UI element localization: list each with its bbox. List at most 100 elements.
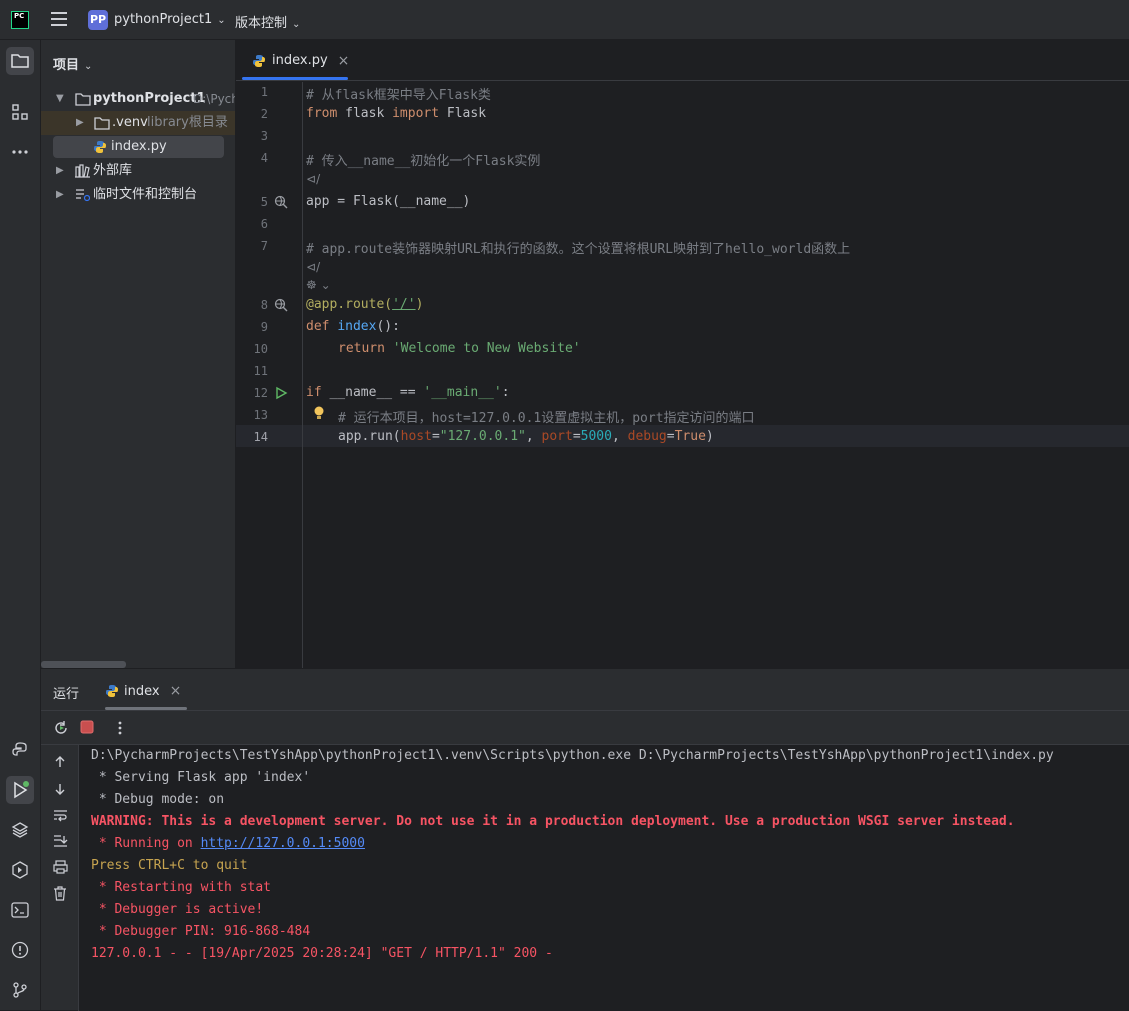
python-file-icon (94, 141, 106, 153)
active-tab-indicator (242, 77, 348, 80)
run-gutter-icon[interactable] (274, 386, 288, 400)
code-line-1[interactable]: # 从flask框架中导入Flask类 (306, 84, 491, 103)
console-line: * Debug mode: on (91, 792, 225, 807)
inlay-hint-endpoint[interactable]: ⊲/ (306, 260, 320, 274)
console-line: * Running on http://127.0.0.1:5000 (91, 836, 365, 851)
terminal-icon (11, 902, 29, 918)
share-icon: ⊲ (306, 260, 317, 274)
console-side-toolbar (41, 745, 79, 1011)
code-line-12[interactable]: if __name__ == '__main__': (306, 385, 510, 400)
folder-icon (75, 93, 91, 106)
code-line-5[interactable]: app = Flask(__name__) (306, 194, 470, 209)
main-menu-icon[interactable] (51, 12, 67, 26)
share-icon: ⊲ (306, 172, 317, 186)
folder-icon (94, 117, 110, 130)
active-tab-indicator (105, 707, 187, 710)
console-line: * Serving Flask app 'index' (91, 770, 311, 785)
line-number: 11 (253, 364, 268, 378)
more-icon (12, 150, 28, 154)
close-icon[interactable]: × (338, 53, 350, 69)
code-line-8[interactable]: @app.route('/') (306, 297, 423, 312)
title-bar: PC PP pythonProject1 ⌄ 版本控制 ⌄ (0, 0, 1129, 40)
line-number: 3 (260, 129, 268, 143)
print-icon[interactable] (53, 860, 68, 874)
layers-button[interactable] (6, 816, 34, 844)
horizontal-scrollbar[interactable] (41, 661, 126, 668)
more-vertical-icon[interactable] (117, 720, 123, 736)
terminal-button[interactable] (6, 896, 34, 924)
chevron-down-icon: ⌄ (217, 15, 226, 26)
vcs-menu[interactable]: 版本控制 ⌄ (235, 12, 300, 31)
close-icon[interactable]: × (170, 683, 182, 699)
line-number: 14 (253, 430, 268, 444)
pycharm-logo[interactable]: PC (11, 11, 29, 29)
line-number: 7 (260, 239, 268, 253)
line-number: 12 (253, 386, 268, 400)
arrow-down-icon[interactable] (53, 782, 67, 796)
inlay-hint-menu[interactable]: ☸ ⌄ (306, 278, 331, 292)
layers-icon (11, 822, 29, 838)
line-number: 6 (260, 217, 268, 231)
soft-wrap-icon[interactable] (53, 808, 68, 822)
console-line: D:\PycharmProjects\TestYshApp\pythonProj… (91, 748, 1054, 763)
server-url-link[interactable]: http://127.0.0.1:5000 (201, 836, 365, 851)
problems-button[interactable] (6, 936, 34, 964)
console-line: * Debugger PIN: 916-868-484 (91, 924, 311, 939)
python-icon (12, 742, 27, 756)
run-panel: 运行 index × D:\PycharmProjects\TestYshApp… (41, 668, 1129, 1011)
git-button[interactable] (6, 976, 34, 1004)
code-line-13[interactable]: # 运行本项目，host=127.0.0.1设置虚拟主机，port指定访问的端口 (338, 407, 755, 426)
tab-index-py[interactable]: index.py × (244, 40, 357, 81)
python-packages-button[interactable] (6, 736, 34, 764)
line-number: 1 (260, 85, 268, 99)
console-warning-line: WARNING: This is a development server. D… (91, 814, 1015, 829)
run-tool-button[interactable] (6, 776, 34, 804)
inlay-hint-endpoint[interactable]: ⊲/ (306, 172, 320, 186)
project-view-button[interactable] (6, 47, 34, 75)
url-mapping-icon[interactable] (274, 195, 288, 209)
code-line-9[interactable]: def index(): (306, 319, 400, 334)
tree-item-external-libs[interactable]: ▶ 外部库 (41, 159, 235, 183)
run-icon (14, 781, 29, 799)
tree-item-scratches[interactable]: ▶ 临时文件和控制台 (41, 183, 235, 207)
chevron-down-icon: ⌄ (292, 19, 301, 30)
arrow-up-icon[interactable] (53, 755, 67, 769)
tree-item-venv[interactable]: ▶ .venv library根目录 (41, 111, 235, 135)
structure-button[interactable] (6, 98, 34, 126)
tree-item-index-py[interactable]: index.py (41, 135, 235, 159)
stop-icon[interactable] (80, 720, 94, 734)
more-tools-button[interactable] (6, 138, 34, 166)
code-line-7[interactable]: # app.route装饰器映射URL和执行的函数。这个设置将根URL映射到了h… (306, 238, 850, 257)
run-tab-index[interactable]: index × (105, 677, 181, 705)
console-line: * Debugger is active! (91, 902, 264, 917)
code-line-10[interactable]: return 'Welcome to New Website' (338, 341, 581, 356)
console-output[interactable]: D:\PycharmProjects\TestYshApp\pythonProj… (79, 745, 1129, 1011)
line-number: 5 (260, 195, 268, 209)
scroll-to-end-icon[interactable] (53, 834, 68, 848)
rerun-icon[interactable] (53, 720, 69, 736)
services-button[interactable] (6, 856, 34, 884)
code-line-4[interactable]: # 传入__name__初始化一个Flask实例 (306, 150, 540, 169)
line-number: 2 (260, 107, 268, 121)
console-line: * Restarting with stat (91, 880, 272, 895)
run-panel-header: 运行 index × (41, 669, 1129, 711)
code-line-2[interactable]: from flask import Flask (306, 106, 486, 121)
project-panel-title[interactable]: 项目 ⌄ (53, 54, 92, 73)
console-line: Press CTRL+C to quit (91, 858, 248, 873)
url-mapping-icon[interactable] (274, 298, 288, 312)
line-number: 9 (260, 320, 268, 334)
chevron-right-icon: ▶ (56, 189, 64, 200)
trash-icon[interactable] (53, 886, 67, 901)
warning-circle-icon (11, 941, 29, 959)
project-panel: 项目 ⌄ ▼ pythonProject1 D:\Pych ▶ .venv lib… (41, 40, 236, 668)
project-badge[interactable]: PP (88, 10, 108, 30)
code-line-14[interactable]: app.run(host="127.0.0.1", port=5000, deb… (338, 429, 714, 444)
project-switcher[interactable]: pythonProject1 ⌄ (114, 12, 226, 27)
python-file-icon (253, 54, 265, 67)
run-toolbar (41, 711, 1129, 745)
line-number: 8 (260, 298, 268, 312)
lightbulb-icon[interactable] (313, 405, 325, 421)
chevron-down-icon: ⌄ (84, 61, 93, 72)
line-number: 10 (253, 342, 268, 356)
tree-item-project-root[interactable]: ▼ pythonProject1 D:\Pych (41, 87, 235, 111)
